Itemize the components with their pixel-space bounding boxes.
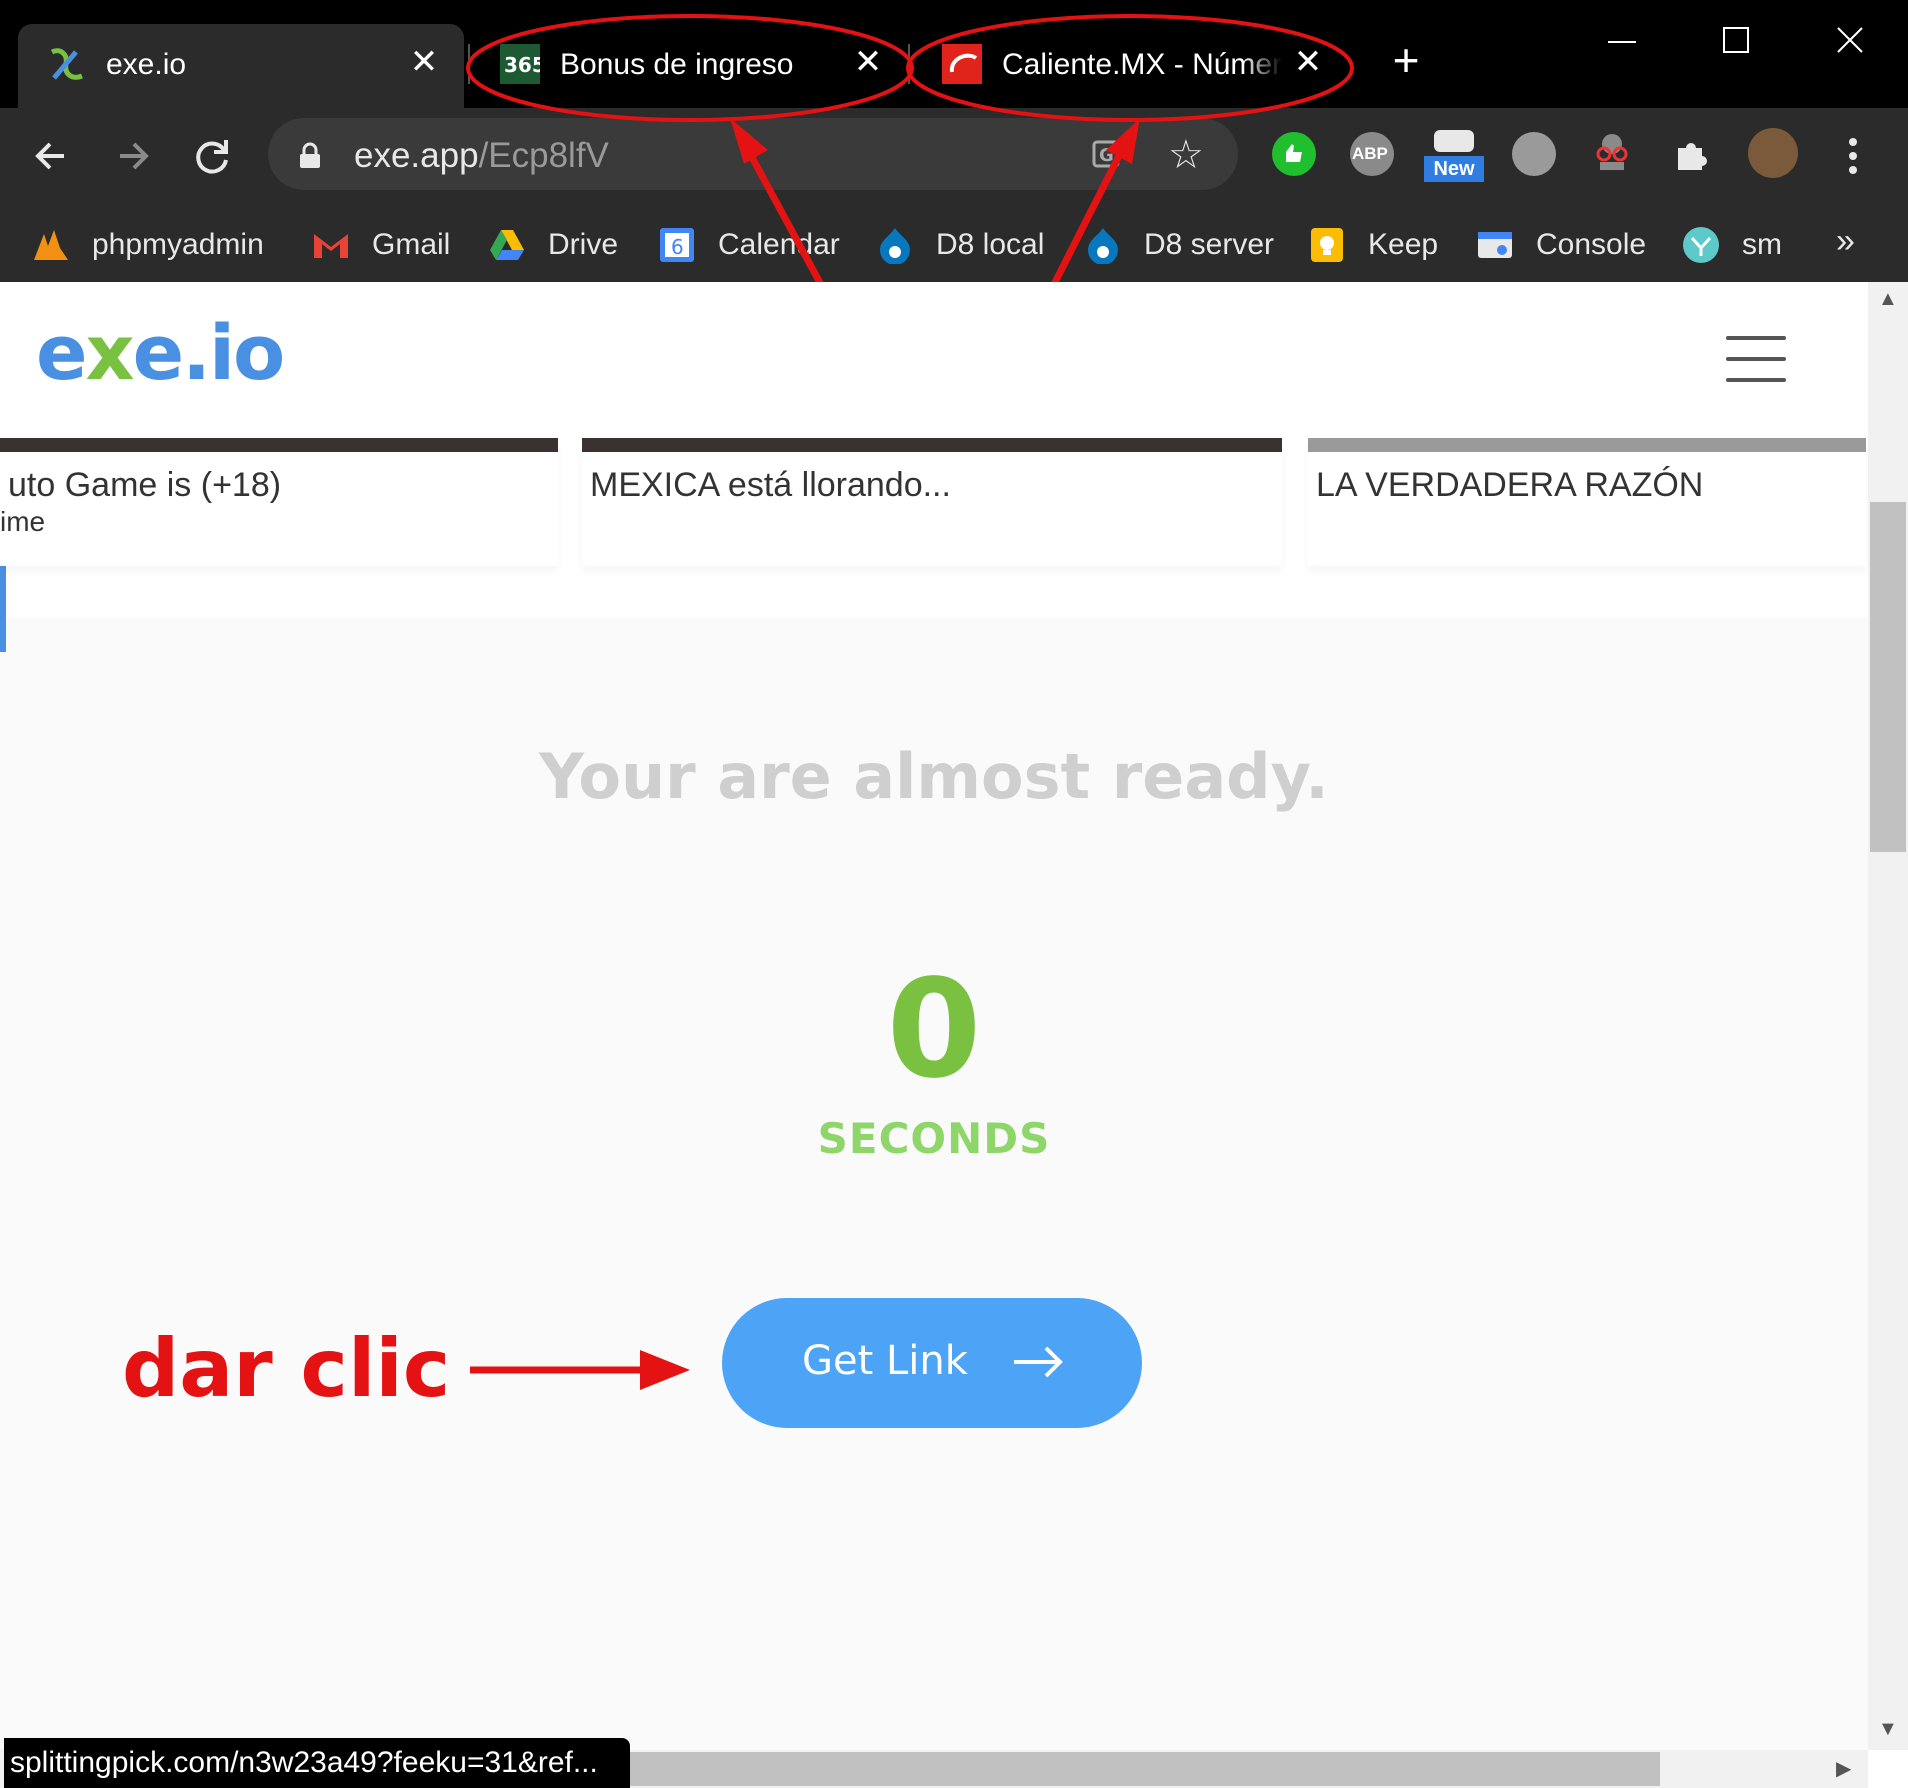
bookmark-label: Console: [1536, 228, 1647, 261]
sm-icon: [1683, 227, 1719, 263]
vertical-scroll-thumb[interactable]: [1870, 502, 1906, 852]
article-card[interactable]: MEXICA está llorando...: [582, 438, 1282, 566]
console-icon: [1478, 232, 1512, 258]
more-bookmarks-button[interactable]: »: [1836, 222, 1855, 261]
countdown-value: 0: [886, 951, 982, 1109]
svg-text:6: 6: [671, 235, 684, 259]
url-text: exe.app/Ecp8lfV: [354, 136, 609, 176]
svg-text:G: G: [1099, 145, 1114, 166]
annotation-click-label: dar clic: [122, 1322, 451, 1415]
tab-title: Caliente.MX - Númer: [1002, 48, 1282, 81]
card-subtitle: ime: [0, 506, 46, 537]
drupal-icon: [880, 228, 910, 264]
horizontal-scroll-thumb[interactable]: [620, 1752, 1660, 1786]
calendar-icon: 6: [660, 228, 694, 262]
bookmark-star-icon[interactable]: ☆: [1168, 132, 1204, 178]
menu-kebab-icon[interactable]: [1838, 130, 1868, 180]
almost-ready-heading: Your are almost ready.: [539, 740, 1329, 813]
keep-icon: [1311, 228, 1343, 262]
exe-io-logo[interactable]: exe.io: [36, 308, 286, 397]
speech-bubble-extension-icon[interactable]: [1512, 132, 1556, 176]
scroll-down-icon[interactable]: ▼: [1878, 1718, 1898, 1741]
bookmark-label: Calendar: [718, 228, 840, 261]
forward-icon[interactable]: [104, 128, 160, 184]
adblock-plus-extension-icon[interactable]: ABP: [1350, 132, 1394, 176]
article-card[interactable]: LA VERDADERA RAZÓN: [1308, 438, 1866, 566]
new-extension-icon[interactable]: New: [1424, 130, 1484, 182]
scroll-up-icon[interactable]: ▲: [1878, 288, 1898, 311]
logo-part: e.io: [132, 308, 286, 397]
new-badge: New: [1424, 156, 1484, 182]
bookmark-label: phpmyadmin: [92, 228, 264, 261]
new-extension-glyph: [1434, 130, 1474, 152]
card-thumbnail: [1308, 438, 1866, 452]
back-icon[interactable]: [24, 128, 80, 184]
hamburger-menu-icon[interactable]: [1726, 336, 1786, 382]
lock-icon: [300, 142, 320, 168]
bookmark-label: Gmail: [372, 228, 451, 261]
card-thumbnail: [0, 438, 558, 452]
logo-part: x: [85, 308, 135, 397]
scroll-right-icon[interactable]: ▶: [1836, 1756, 1851, 1781]
abp-label: ABP: [1352, 144, 1388, 163]
extensions-puzzle-icon[interactable]: [1670, 132, 1714, 176]
close-tab-icon[interactable]: ✕: [848, 42, 888, 82]
thumbs-up-extension-icon[interactable]: [1272, 132, 1316, 176]
bookmark-label: Drive: [548, 228, 619, 261]
url-path: /Ecp8lfV: [478, 136, 609, 175]
gmail-icon: [314, 234, 348, 258]
close-tab-icon[interactable]: ✕: [404, 42, 444, 82]
new-tab-button[interactable]: +: [1386, 37, 1426, 83]
get-link-label: Get Link: [802, 1338, 968, 1384]
countdown-unit: SECONDS: [817, 1114, 1051, 1163]
tab-separator: [908, 44, 910, 84]
card-title: MEXICA está llorando...: [590, 466, 951, 504]
bookmark-label: D8 local: [936, 228, 1045, 261]
site-header: exe.io: [0, 282, 1868, 438]
browser-chrome: exe.io ✕ 365 Bonus de ingreso ✕ Caliente…: [0, 0, 1908, 282]
svg-text:365: 365: [504, 53, 540, 77]
tab-exe-io[interactable]: exe.io ✕: [18, 24, 464, 108]
spy-extension-icon[interactable]: [1590, 130, 1634, 174]
navigation-toolbar: exe.app/Ecp8lfV G ☆ ABP New: [0, 108, 1908, 204]
logo-part: e: [36, 308, 88, 397]
article-card[interactable]: uto Game is (+18) ime: [0, 438, 558, 566]
vertical-scrollbar[interactable]: ▲ ▼: [1868, 282, 1908, 1750]
caliente-favicon-icon: [942, 44, 982, 84]
tab-strip: exe.io ✕ 365 Bonus de ingreso ✕ Caliente…: [0, 0, 1908, 108]
reload-icon[interactable]: [184, 128, 240, 184]
bonus-favicon-icon: 365: [500, 44, 540, 84]
card-thumbnail: [582, 438, 1282, 452]
card-title: LA VERDADERA RAZÓN: [1316, 466, 1704, 504]
phpmyadmin-icon: [34, 230, 68, 260]
tab-caliente-mx[interactable]: Caliente.MX - Númer ✕: [914, 24, 1344, 108]
tab-title: exe.io: [106, 48, 187, 81]
tab-title: Bonus de ingreso: [560, 48, 794, 81]
tab-bonus-de-ingreso[interactable]: 365 Bonus de ingreso ✕: [472, 24, 912, 108]
translate-icon[interactable]: G: [1092, 138, 1132, 174]
close-window-icon[interactable]: [1820, 16, 1880, 66]
maximize-icon[interactable]: [1706, 16, 1766, 66]
profile-avatar[interactable]: [1748, 128, 1798, 178]
minimize-icon[interactable]: [1592, 16, 1652, 66]
tab-separator: [468, 44, 470, 84]
address-bar[interactable]: exe.app/Ecp8lfV G ☆: [268, 118, 1238, 190]
drupal-icon: [1088, 228, 1118, 264]
get-link-button[interactable]: Get Link: [722, 1298, 1142, 1428]
bookmark-label: Keep: [1368, 228, 1439, 261]
exe-favicon-icon: [50, 48, 83, 80]
arrow-right-icon: [1014, 1346, 1063, 1378]
bookmarks-bar: phpmyadmin Gmail Drive 6 Calendar D8 loc…: [0, 204, 1908, 282]
card-title: uto Game is (+18): [8, 466, 282, 504]
web-page: exe.io uto Game is (+18) ime MEXICA está…: [0, 282, 1868, 1788]
drive-icon: [490, 230, 524, 260]
bookmark-label: D8 server: [1144, 228, 1275, 261]
close-tab-icon[interactable]: ✕: [1288, 42, 1328, 82]
bookmark-label: sm: [1742, 228, 1782, 261]
url-host: exe.app: [354, 136, 479, 175]
link-status-bar: splittingpick.com/n3w23a49?feeku=31&ref.…: [4, 1738, 630, 1788]
